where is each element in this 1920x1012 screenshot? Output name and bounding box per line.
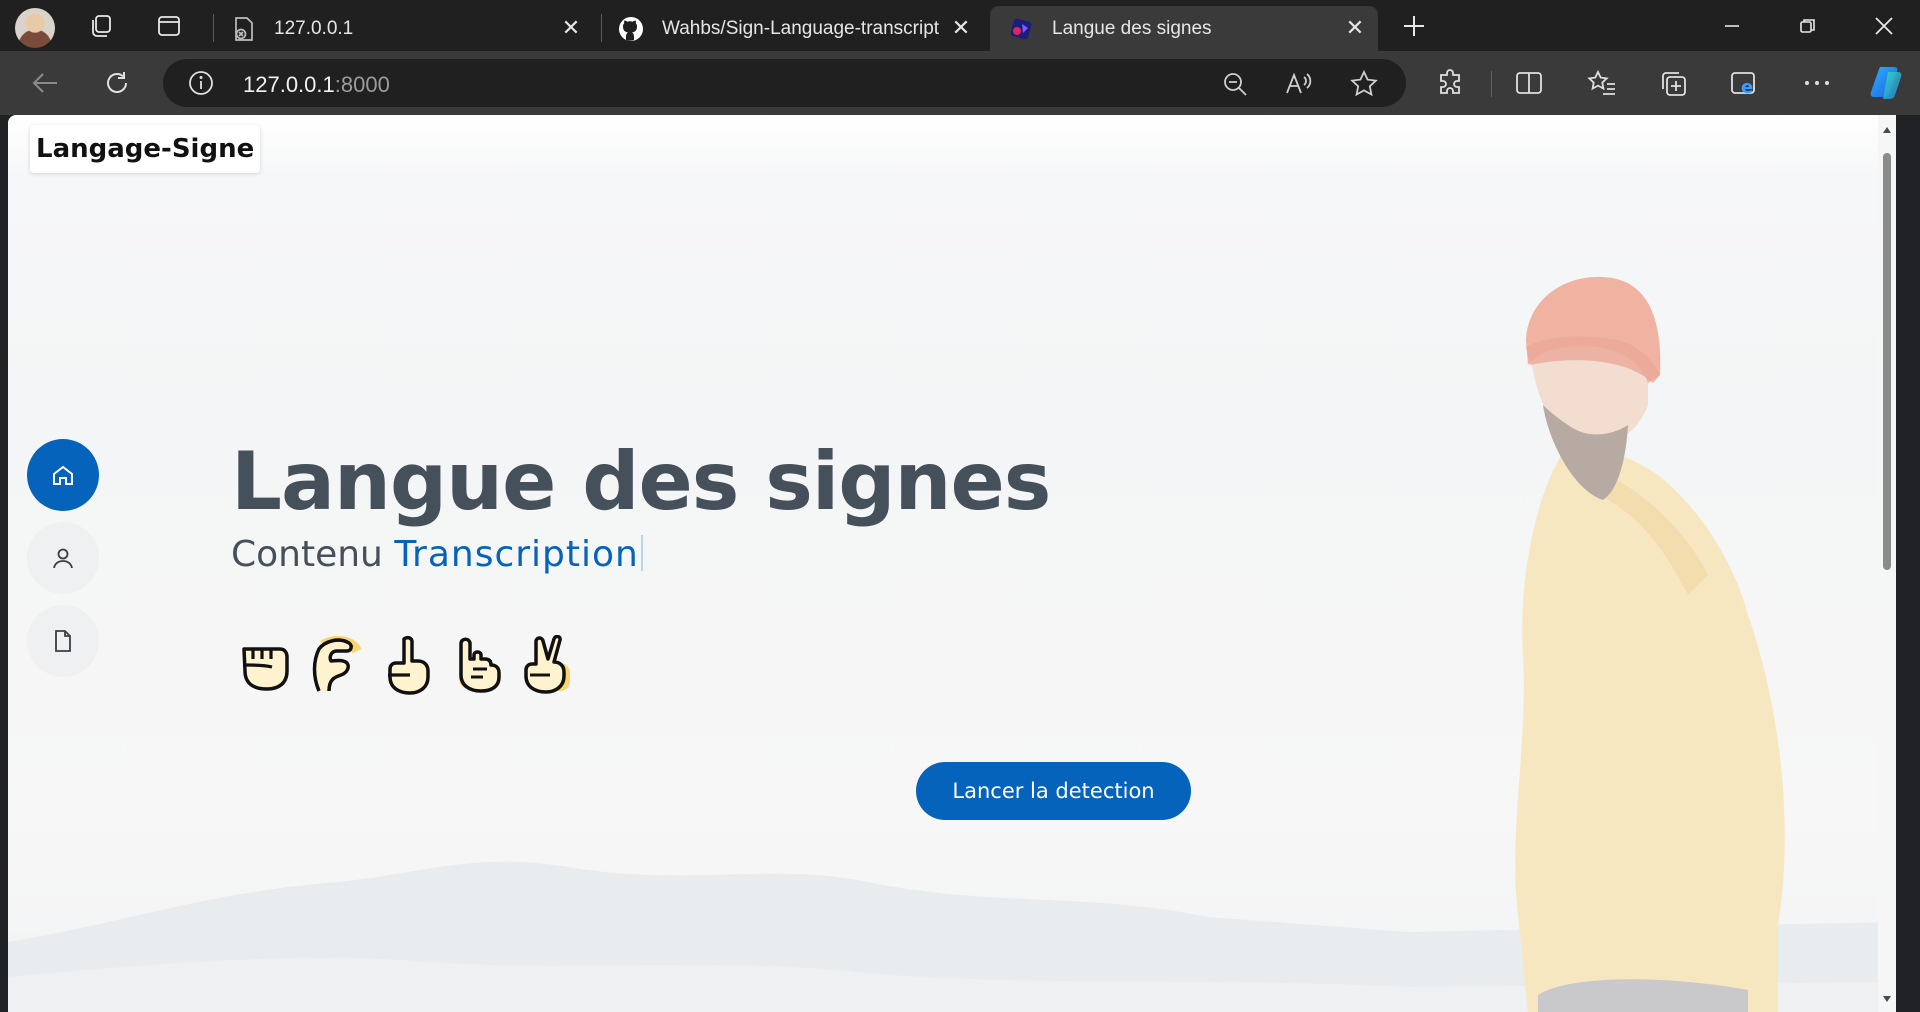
page-title: Langue des signes [231,435,1051,528]
pointing-up-hand-icon [388,635,430,695]
page-scrollbar[interactable] [1878,115,1896,1012]
vertical-tabs-icon[interactable] [152,10,186,42]
site-info-icon[interactable] [188,70,214,96]
close-window-icon[interactable] [1858,6,1910,46]
split-screen-icon[interactable] [1511,65,1547,101]
back-icon[interactable] [25,63,65,103]
tab-strip: 127.0.0.1 ✕ Wahbs/Sign-Language-transcri… [0,0,1920,51]
broken-page-icon [232,16,256,42]
workspaces-icon[interactable] [84,10,118,42]
scroll-up-arrow-icon[interactable] [1882,125,1892,135]
profile-avatar[interactable] [15,8,55,48]
close-tab-icon[interactable]: ✕ [1342,15,1368,41]
tab-localhost[interactable]: 127.0.0.1 ✕ [224,6,594,51]
side-navigation [27,439,99,688]
background-person-image [1515,276,1785,1012]
tab-title: 127.0.0.1 [274,17,354,39]
restore-icon[interactable] [1782,6,1834,46]
minimize-icon[interactable] [1706,6,1758,46]
close-tab-icon[interactable]: ✕ [558,15,584,41]
favorite-star-icon[interactable] [1349,69,1379,99]
hero-section: Langue des signes Contenu Transcription [231,435,1051,575]
page-viewport: Langage-Signe Langue des signes Contenu … [8,115,1896,1012]
typing-caret [640,535,643,571]
copilot-icon[interactable] [1866,63,1906,103]
hero-subtitle: Contenu Transcription [231,534,1050,575]
brand-logo[interactable]: Langage-Signe [30,125,261,173]
scroll-down-arrow-icon[interactable] [1882,994,1892,1004]
three-fingers-hand-icon [459,637,501,693]
extensions-icon[interactable] [1433,65,1469,101]
typed-text: Transcription [394,534,639,575]
close-tab-icon[interactable]: ✕ [948,15,974,41]
address-bar[interactable]: 127.0.0.1:8000 [163,59,1406,107]
zoom-out-icon[interactable] [1220,69,1250,99]
home-icon [51,463,75,487]
user-icon [51,546,75,570]
github-icon [618,16,644,42]
victory-hand-icon [524,635,570,694]
read-aloud-icon[interactable] [1284,69,1314,99]
tab-langue-des-signes[interactable]: Langue des signes ✕ [990,6,1378,51]
nav-home-button[interactable] [27,439,99,511]
start-detection-button[interactable]: Lancer la detection [916,762,1191,820]
internet-explorer-mode-icon[interactable]: e [1726,65,1762,101]
new-tab-icon[interactable] [1397,10,1431,42]
browser-toolbar: 127.0.0.1:8000 e [0,51,1920,115]
c-hand-icon [312,636,362,692]
collections-icon[interactable] [1656,65,1692,101]
tab-github[interactable]: Wahbs/Sign-Language-transcript ✕ [606,6,984,51]
site-logo-icon [1008,16,1034,42]
scrollbar-thumb[interactable] [1883,153,1891,570]
document-icon [52,629,74,653]
subtitle-prefix: Contenu [231,534,383,575]
favorites-icon[interactable] [1584,65,1620,101]
svg-text:e: e [1741,77,1753,97]
refresh-icon[interactable] [97,63,137,103]
nav-about-button[interactable] [27,522,99,594]
url-text[interactable]: 127.0.0.1:8000 [243,72,390,98]
fist-hand-icon [242,647,289,691]
more-options-icon[interactable] [1799,65,1835,101]
tab-title: Langue des signes [1052,17,1212,39]
sign-icons-row [238,635,577,695]
tab-title: Wahbs/Sign-Language-transcript [662,17,940,39]
nav-documents-button[interactable] [27,605,99,677]
